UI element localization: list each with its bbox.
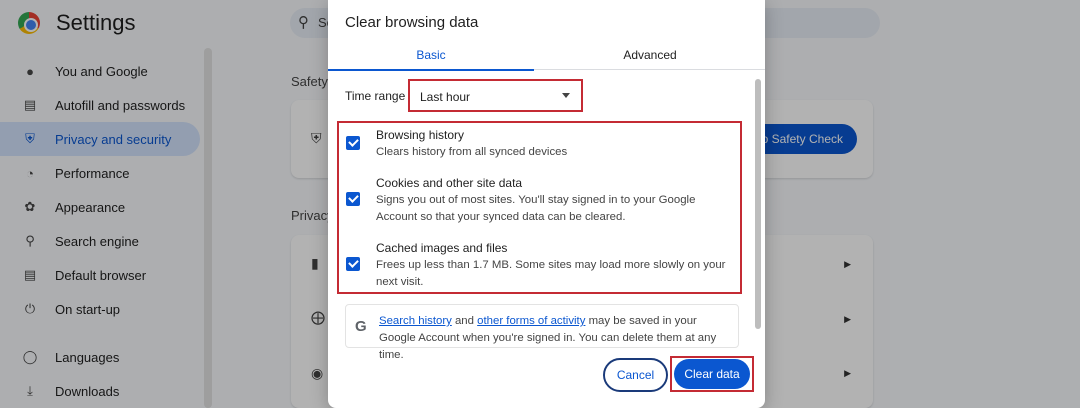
cancel-button[interactable]: Cancel bbox=[603, 358, 668, 392]
option-description: Signs you out of most sites. You'll stay… bbox=[376, 194, 696, 223]
time-range-label: Time range bbox=[345, 89, 406, 103]
cookies-checkbox[interactable] bbox=[346, 192, 360, 206]
tab-advanced[interactable]: Advanced bbox=[541, 40, 759, 70]
clear-data-button[interactable]: Clear data bbox=[674, 359, 750, 389]
option-title: Browsing history bbox=[376, 128, 465, 142]
time-range-value: Last hour bbox=[420, 90, 471, 104]
cached-images-checkbox[interactable] bbox=[346, 257, 360, 271]
option-title: Cookies and other site data bbox=[376, 176, 523, 190]
dialog-tabs: Basic Advanced bbox=[328, 40, 765, 71]
option-description: Frees up less than 1.7 MB. Some sites ma… bbox=[376, 259, 726, 288]
google-activity-notice: G Search history and other forms of acti… bbox=[345, 304, 739, 361]
option-title: Cached images and files bbox=[376, 241, 508, 255]
caret-down-icon bbox=[562, 93, 570, 98]
clear-options-group: Browsing history Clears history from all… bbox=[337, 121, 742, 294]
dialog-title: Clear browsing data bbox=[345, 14, 479, 31]
google-g-icon: G bbox=[355, 318, 367, 335]
option-description: Clears history from all synced devices bbox=[376, 146, 568, 158]
dialog-scrollbar[interactable] bbox=[755, 79, 761, 329]
browsing-history-checkbox[interactable] bbox=[346, 136, 360, 150]
other-activity-link[interactable]: other forms of activity bbox=[477, 315, 585, 327]
time-range-select[interactable]: Last hour bbox=[408, 79, 583, 112]
clear-browsing-data-dialog: Clear browsing data Basic Advanced Time … bbox=[328, 0, 765, 408]
notice-and: and bbox=[451, 315, 478, 327]
search-history-link[interactable]: Search history bbox=[379, 315, 452, 327]
tab-basic[interactable]: Basic bbox=[328, 40, 534, 71]
